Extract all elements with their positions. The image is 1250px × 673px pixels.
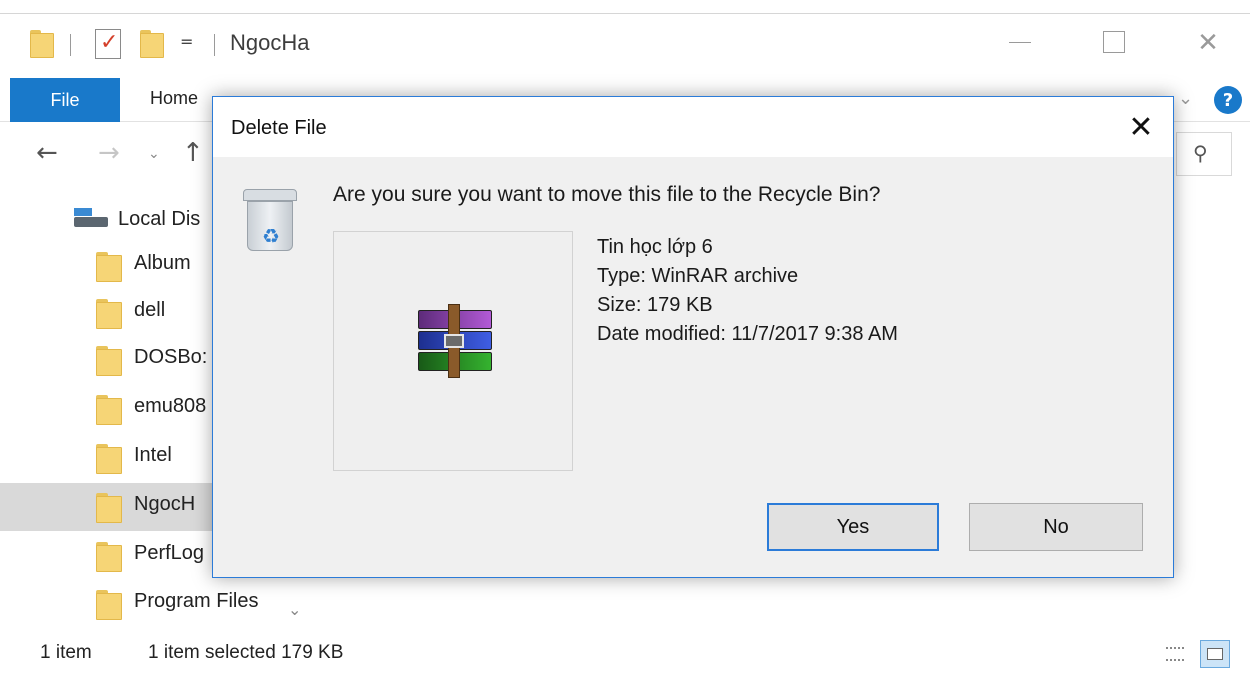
folder-icon (30, 30, 54, 58)
dialog-title: Delete File (231, 117, 327, 139)
up-arrow-icon[interactable]: ↑ (182, 138, 204, 168)
confirmation-question: Are you sure you want to move this file … (333, 183, 881, 206)
folder-label: dell (134, 299, 166, 321)
folder-label: Album (134, 252, 191, 274)
search-icon: ⚲ (1193, 141, 1208, 165)
file-date-modified: Date modified: 11/7/2017 9:38 AM (597, 323, 898, 345)
window-title: NgocHa (230, 30, 310, 55)
properties-icon[interactable]: ✓ (95, 29, 121, 59)
drive-icon (74, 208, 108, 228)
file-size: Size: 179 KB (597, 294, 713, 316)
back-arrow-icon[interactable]: ← (36, 138, 58, 168)
tab-home[interactable]: Home (150, 88, 198, 109)
folder-label: PerfLog (134, 542, 205, 564)
new-folder-icon[interactable] (140, 30, 164, 58)
file-name: Tin học lớp 6 (597, 236, 713, 258)
yes-button[interactable]: Yes (767, 503, 939, 551)
details-view-icon[interactable] (1160, 640, 1190, 668)
folder-icon (96, 542, 122, 572)
folder-icon (96, 590, 122, 620)
delete-file-dialog: Delete File ✕ ♻ Are you sure you want to… (212, 96, 1174, 578)
toolbar-separator (214, 34, 215, 56)
status-bar: 1 item 1 item selected 179 KB (0, 636, 1250, 673)
tab-file[interactable]: File (10, 78, 120, 122)
nav-item-folder[interactable]: Program Files (0, 580, 330, 628)
dialog-title-bar: Delete File ✕ (213, 97, 1173, 157)
winrar-archive-icon (410, 304, 498, 380)
maximize-button[interactable] (1092, 22, 1136, 62)
help-icon[interactable]: ? (1214, 86, 1242, 114)
file-type: Type: WinRAR archive (597, 265, 799, 287)
window-top-border (0, 0, 1250, 14)
search-input[interactable]: ⚲ (1176, 132, 1232, 176)
quick-access-dropdown[interactable]: = (180, 32, 193, 51)
forward-arrow-icon[interactable]: → (98, 138, 120, 168)
large-icons-view-icon[interactable] (1200, 640, 1230, 668)
title-bar: ✓ = NgocHa ✕ (0, 14, 1250, 76)
expand-ribbon-icon[interactable]: ⌄ (1178, 88, 1193, 109)
drive-label: Local Dis (118, 208, 201, 230)
recent-locations-chevron-icon[interactable]: ⌄ (148, 146, 160, 162)
folder-label: Program Files (134, 590, 259, 612)
close-button[interactable]: ✕ (1186, 22, 1230, 62)
file-thumbnail (333, 231, 573, 471)
folder-icon (96, 346, 122, 376)
folder-label: Intel (134, 444, 172, 466)
folder-icon (96, 395, 122, 425)
folder-label: DOSBo: (134, 346, 208, 368)
folder-label: emu808 (134, 395, 207, 417)
dialog-close-button[interactable]: ✕ (1117, 107, 1165, 147)
folder-icon (96, 252, 122, 282)
minimize-button[interactable] (998, 22, 1042, 62)
item-count: 1 item (40, 642, 92, 663)
folder-label: NgocH (134, 493, 196, 515)
folder-icon (96, 299, 122, 329)
toolbar-separator (70, 34, 71, 56)
selection-info: 1 item selected 179 KB (148, 642, 344, 663)
scroll-down-chevron-icon[interactable]: ⌄ (288, 600, 301, 619)
recycle-bin-icon: ♻ (241, 189, 299, 253)
file-details: Tin học lớp 6 Type: WinRAR archive Size:… (597, 233, 898, 349)
folder-icon (96, 444, 122, 474)
folder-icon (96, 493, 122, 523)
no-button[interactable]: No (969, 503, 1143, 551)
